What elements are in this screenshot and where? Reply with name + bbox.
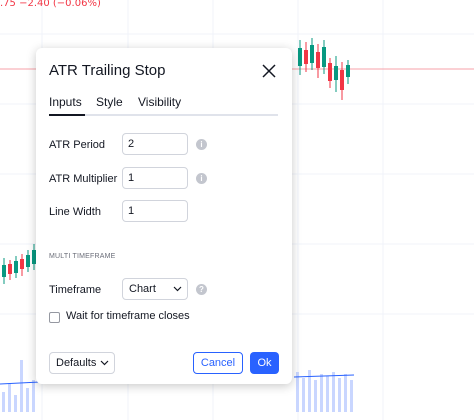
timeframe-select[interactable]: Chart (122, 278, 188, 300)
atr-multiplier-label: ATR Multiplier (49, 173, 118, 185)
atr-period-input[interactable]: 2 (122, 133, 188, 155)
defaults-dropdown-button[interactable]: Defaults (49, 352, 115, 374)
close-icon (262, 64, 276, 78)
dialog-title: ATR Trailing Stop (49, 62, 166, 79)
tab-style[interactable]: Style (96, 95, 123, 109)
info-icon[interactable]: ? (196, 284, 207, 295)
indicator-settings-dialog: ATR Trailing Stop Inputs Style Visibilit… (36, 48, 292, 384)
line-width-input[interactable]: 1 (122, 200, 188, 222)
defaults-label: Defaults (56, 357, 97, 369)
close-button[interactable] (258, 60, 280, 82)
tab-inputs[interactable]: Inputs (49, 95, 82, 109)
section-label-multi-timeframe: MULTI TIMEFRAME (49, 253, 116, 260)
timeframe-label: Timeframe (49, 284, 102, 296)
candles-right (298, 38, 350, 100)
line-width-label: Line Width (49, 206, 101, 218)
info-icon[interactable]: i (196, 139, 207, 150)
chevron-down-icon (173, 286, 182, 292)
wait-timeframe-label: Wait for timeframe closes (66, 310, 190, 322)
cancel-button[interactable]: Cancel (193, 352, 243, 374)
atr-multiplier-input[interactable]: 1 (122, 167, 188, 189)
ticker-price-change: .75 −2.40 (−0.06%) (0, 0, 101, 9)
chevron-down-icon (100, 360, 109, 366)
tab-visibility[interactable]: Visibility (138, 95, 181, 109)
wait-timeframe-checkbox[interactable] (49, 312, 60, 323)
active-tab-indicator (49, 114, 85, 116)
candles-left (2, 244, 36, 284)
ok-button[interactable]: Ok (250, 352, 279, 374)
info-icon[interactable]: i (196, 173, 207, 184)
atr-period-label: ATR Period (49, 139, 106, 151)
timeframe-value: Chart (129, 283, 156, 295)
